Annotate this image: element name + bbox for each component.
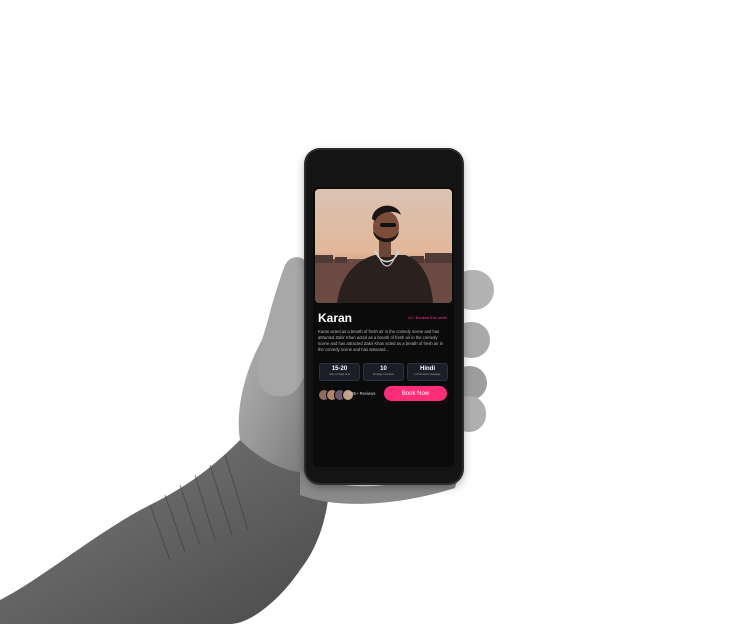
stat-card-stage-time: 15-20 mins of stage time bbox=[319, 363, 360, 381]
booked-badge: 12+ Booked this week bbox=[407, 315, 447, 320]
book-now-button[interactable]: Book Now bbox=[384, 386, 447, 401]
phone-screen: Karan 12+ Booked this week Karan acted a… bbox=[313, 187, 454, 467]
artist-description: Karan acted as a breath of fresh air in … bbox=[318, 329, 443, 352]
stat-value: 10 bbox=[380, 366, 387, 372]
reviews-count[interactable]: 235+ Reviews bbox=[349, 391, 375, 396]
stat-card-members: 10 all stage members bbox=[363, 363, 404, 381]
stat-card-language: Hindi performance language bbox=[407, 363, 448, 381]
thumb bbox=[257, 265, 312, 397]
stat-label: performance language bbox=[414, 373, 441, 376]
stat-label: all stage members bbox=[372, 373, 395, 376]
artist-name: Karan bbox=[318, 311, 353, 325]
stat-label: mins of stage time bbox=[328, 373, 351, 376]
sleeve bbox=[0, 440, 330, 624]
stats-row: 15-20 mins of stage time 10 all stage me… bbox=[319, 363, 448, 381]
artist-photo bbox=[315, 189, 452, 303]
stat-value: Hindi bbox=[420, 366, 435, 372]
stat-value: 15-20 bbox=[331, 366, 348, 372]
